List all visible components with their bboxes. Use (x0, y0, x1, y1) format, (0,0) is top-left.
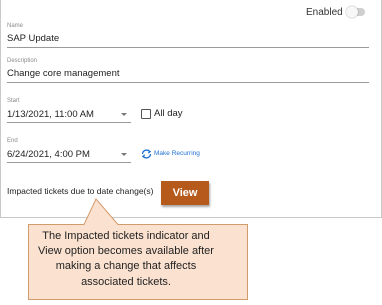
callout-text: The Impacted tickets indicator and View … (38, 230, 214, 288)
